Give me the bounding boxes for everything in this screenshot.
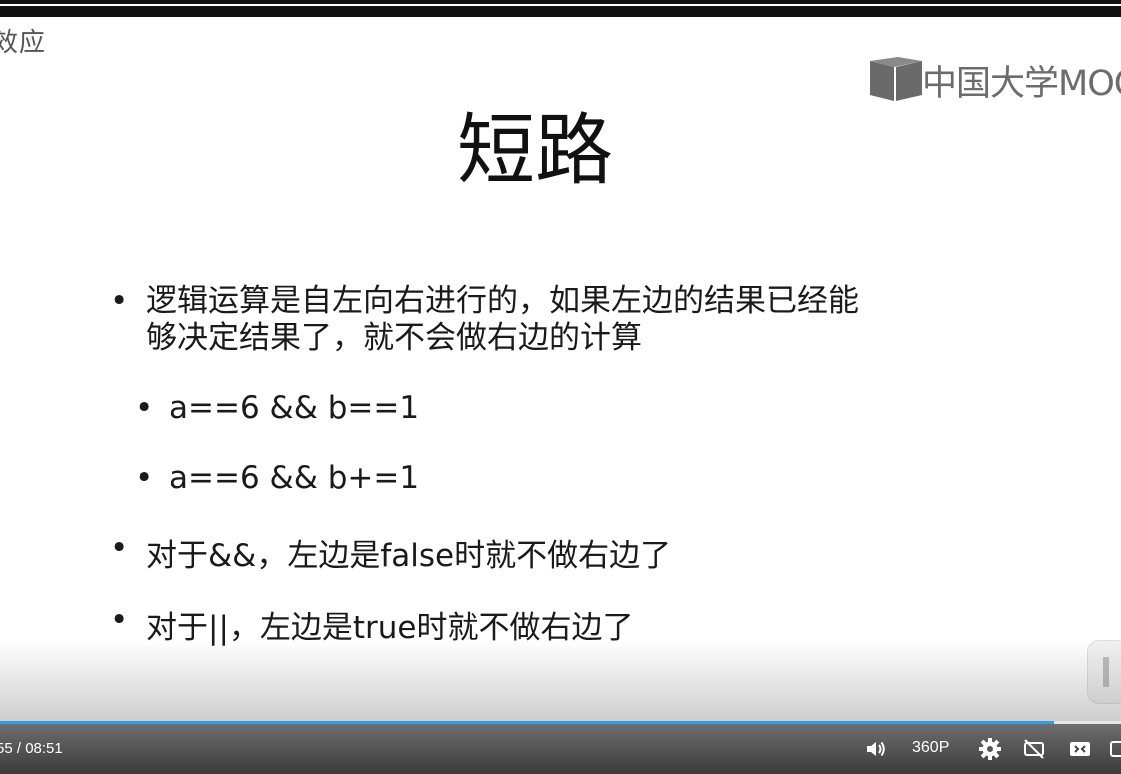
bullet-text-line2: 够决定结果了，就不会做右边的计算 — [146, 320, 642, 356]
bullet-dot: • — [135, 460, 154, 496]
top-bar-lower — [0, 6, 1121, 17]
corner-label: 效应 — [0, 28, 47, 58]
bullet-text-line1: 逻辑运算是自左向右进行的，如果左边的结果已经能 — [146, 283, 859, 319]
cast-off-icon — [1024, 739, 1044, 759]
gear-icon — [979, 738, 1001, 760]
bullet-text: a==6 && b+=1 — [169, 460, 420, 496]
bullet-dot: • — [135, 390, 154, 426]
time-display: 55 / 08:51 — [0, 740, 63, 757]
bullet-dot: • — [110, 283, 129, 319]
slide-title: 短路 — [456, 106, 613, 196]
bullet-text: 对于&&，左边是false时就不做右边了 — [146, 538, 672, 574]
bullet-dot: • — [110, 602, 129, 638]
settings-button[interactable] — [978, 736, 1002, 762]
volume-button[interactable] — [864, 736, 888, 762]
pip-button[interactable] — [1068, 736, 1092, 762]
volume-icon — [867, 741, 885, 757]
fullscreen-button[interactable] — [1108, 736, 1121, 762]
time-separator: / — [16, 740, 22, 757]
bullet-dot: • — [110, 530, 129, 566]
time-total: 08:51 — [25, 740, 63, 757]
sub-bullet-item: • a==6 && b==1 — [135, 390, 419, 426]
sub-bullet-item: • a==6 && b+=1 — [135, 460, 419, 496]
bullet-item: • 对于&&，左边是false时就不做右边了 — [110, 530, 671, 575]
picture-in-picture-icon — [1070, 742, 1090, 756]
bullet-text: a==6 && b==1 — [169, 390, 420, 426]
controls-fade — [0, 640, 1121, 724]
time-current: 55 — [0, 740, 13, 757]
quality-selector[interactable]: 360P — [912, 739, 949, 757]
screencast-off-button[interactable] — [1022, 736, 1046, 762]
bullet-item: • 逻辑运算是自左向右进行的，如果左边的结果已经能 够决定结果了，就不会做右边的… — [110, 283, 859, 357]
fullscreen-icon — [1110, 741, 1121, 757]
top-bar — [0, 0, 1121, 4]
player-controls: 55 / 08:51 360P — [0, 724, 1121, 774]
